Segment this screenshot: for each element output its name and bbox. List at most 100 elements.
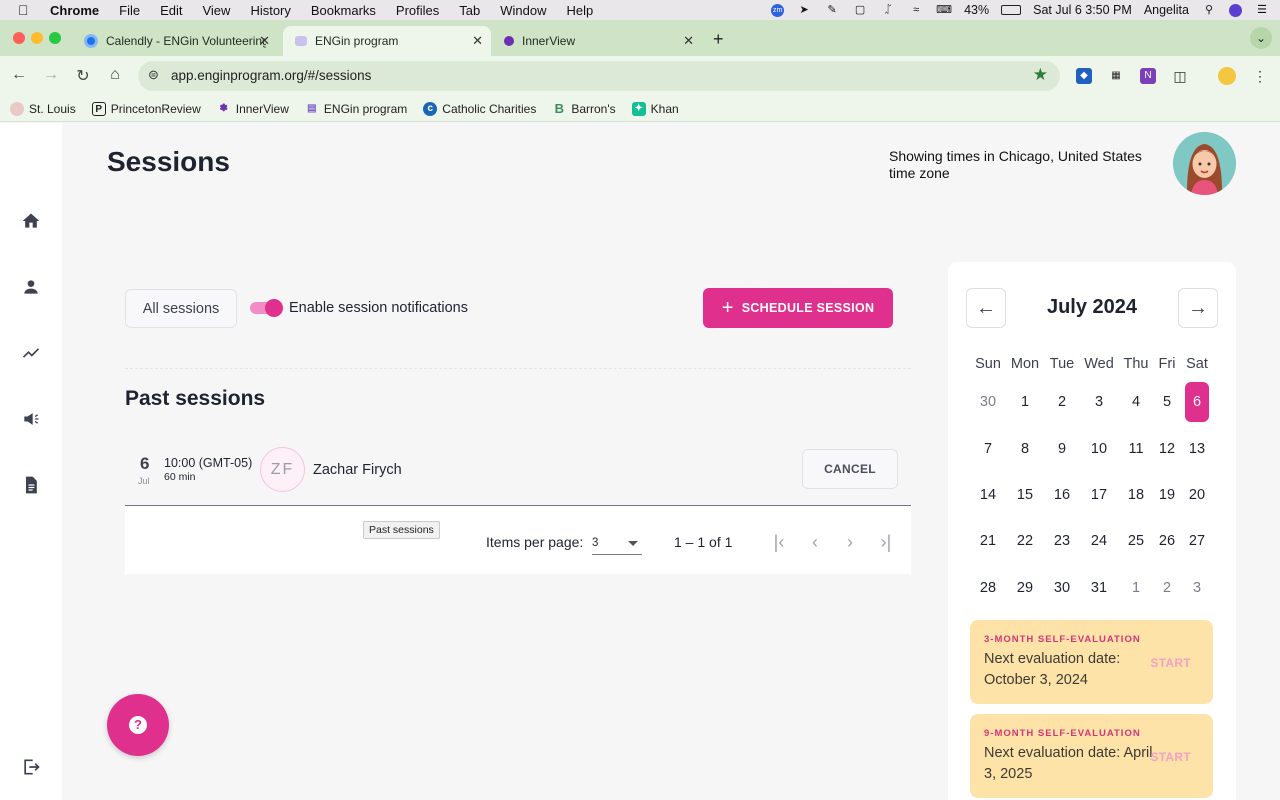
calendar-day[interactable]: 16 (1042, 475, 1082, 515)
tab-engin-program[interactable]: ENGin program ✕ (283, 26, 491, 56)
spotlight-search-icon[interactable]: ⚲ (1201, 4, 1217, 16)
close-tab-icon[interactable]: ✕ (472, 33, 483, 49)
calendar-day[interactable]: 14 (968, 475, 1008, 515)
menu-history[interactable]: History (250, 3, 290, 18)
calendar-day[interactable]: 3 (1177, 568, 1217, 608)
first-page-icon[interactable]: |‹ (769, 532, 789, 552)
menu-profiles[interactable]: Profiles (396, 3, 439, 18)
document-icon[interactable] (21, 475, 41, 495)
bookmark-st-louis[interactable]: St. Louis (10, 101, 76, 116)
address-bar[interactable]: ⊜ app.enginprogram.org/#/sessions ★ (138, 61, 1060, 91)
user-avatar[interactable] (1173, 132, 1236, 195)
menu-app-name[interactable]: Chrome (50, 3, 99, 18)
home-icon[interactable] (21, 211, 41, 231)
extension-onenote-icon[interactable]: N (1140, 68, 1156, 84)
bookmark-catholic-charities[interactable]: c Catholic Charities (423, 101, 536, 116)
bookmark-engin-program[interactable]: ▤ ENGin program (305, 102, 407, 116)
close-window-button[interactable] (13, 32, 25, 44)
eval-start-button[interactable]: START (1150, 656, 1191, 670)
menu-help[interactable]: Help (567, 3, 594, 18)
menubar-clock[interactable]: Sat Jul 6 3:50 PM (1033, 3, 1132, 17)
help-button[interactable]: ? (107, 694, 169, 756)
bookmark-princetonreview[interactable]: P PrincetonReview (91, 101, 201, 116)
calendar-day[interactable]: 29 (1005, 568, 1045, 608)
wifi-icon[interactable]: ≈ (908, 4, 924, 16)
calendar-day[interactable]: 30 (968, 382, 1008, 422)
close-tab-icon[interactable]: ✕ (259, 33, 270, 49)
menu-bookmarks[interactable]: Bookmarks (311, 3, 376, 18)
extension-reader-icon[interactable]: ▦ (1108, 68, 1124, 84)
menu-file[interactable]: File (119, 3, 140, 18)
address-url[interactable]: app.enginprogram.org/#/sessions (171, 68, 371, 83)
home-icon[interactable]: ⌂ (105, 66, 125, 84)
menu-view[interactable]: View (202, 3, 230, 18)
forward-arrow-icon[interactable]: → (41, 66, 61, 84)
calendar-day[interactable]: 23 (1042, 521, 1082, 561)
calendar-day[interactable]: 21 (968, 521, 1008, 561)
items-per-page-select[interactable]: 3 (592, 531, 642, 555)
calendar-day[interactable]: 31 (1079, 568, 1119, 608)
tab-search-chevron-icon[interactable]: ⌄ (1250, 27, 1272, 49)
send-icon[interactable]: ➤ (796, 4, 812, 16)
calendar-day[interactable]: 13 (1177, 429, 1217, 469)
tab-innerview[interactable]: InnerView ✕ (492, 26, 702, 56)
bookmark-innerview[interactable]: ✽ InnerView (217, 102, 289, 116)
trending-icon[interactable] (21, 343, 41, 363)
previous-month-button[interactable]: ← (966, 288, 1006, 328)
bluetooth-icon[interactable]: ᛢ (880, 4, 896, 16)
zoom-window-button[interactable] (49, 32, 61, 44)
calendar-day[interactable]: 8 (1005, 429, 1045, 469)
back-arrow-icon[interactable]: ← (9, 66, 29, 84)
next-page-icon[interactable]: › (840, 532, 860, 552)
calendar-day[interactable]: 28 (968, 568, 1008, 608)
logout-icon[interactable] (21, 757, 41, 777)
eval-start-button[interactable]: START (1150, 750, 1191, 764)
site-settings-icon[interactable]: ⊜ (148, 67, 159, 83)
extension-bitwarden-icon[interactable]: ◆ (1076, 68, 1092, 84)
calendar-day[interactable]: 10 (1079, 429, 1119, 469)
control-center-icon[interactable]: ☰ (1254, 4, 1270, 16)
calendar-day[interactable]: 3 (1079, 382, 1119, 422)
profile-avatar-icon[interactable] (1218, 67, 1236, 85)
next-month-button[interactable]: → (1178, 288, 1218, 328)
person-icon[interactable] (21, 277, 41, 297)
browser-menu-icon[interactable]: ⋮ (1252, 68, 1268, 84)
calendar-day[interactable]: 30 (1042, 568, 1082, 608)
calendar-day[interactable]: 15 (1005, 475, 1045, 515)
bookmark-star-icon[interactable]: ★ (1033, 65, 1048, 85)
bookmark-barrons[interactable]: B Barron's (552, 101, 616, 116)
siri-icon[interactable] (1229, 3, 1242, 17)
calendar-day-selected[interactable]: 6 (1185, 382, 1209, 422)
calendar-day[interactable]: 20 (1177, 475, 1217, 515)
zoom-status-icon[interactable]: zm (771, 3, 785, 17)
bookmark-khan[interactable]: ✦ Khan (631, 101, 679, 116)
pen-tablet-icon[interactable]: ✎ (824, 4, 840, 16)
menu-tab[interactable]: Tab (459, 3, 480, 18)
all-sessions-filter[interactable]: All sessions (125, 289, 237, 328)
reload-icon[interactable]: ↻ (73, 66, 93, 86)
tab-calendly[interactable]: Calendly - ENGin Volunteering ✕ (72, 26, 278, 56)
menubar-user[interactable]: Angelita (1144, 3, 1189, 17)
new-tab-plus-icon[interactable]: + (713, 29, 724, 50)
apple-icon[interactable]:  (18, 2, 34, 18)
menu-window[interactable]: Window (500, 3, 546, 18)
keyboard-icon[interactable]: ⌨ (936, 4, 952, 16)
schedule-session-button[interactable]: + SCHEDULE SESSION (703, 288, 893, 328)
calendar-day[interactable]: 27 (1177, 521, 1217, 561)
notifications-toggle[interactable] (250, 299, 283, 317)
extensions-puzzle-icon[interactable]: ◫ (1172, 68, 1188, 84)
close-tab-icon[interactable]: ✕ (683, 33, 694, 49)
minimize-window-button[interactable] (31, 32, 43, 44)
megaphone-icon[interactable] (21, 409, 41, 429)
calendar-day[interactable]: 5 (1147, 382, 1187, 422)
calendar-day[interactable]: 24 (1079, 521, 1119, 561)
calendar-day[interactable]: 1 (1005, 382, 1045, 422)
calendar-day[interactable]: 22 (1005, 521, 1045, 561)
calendar-day[interactable]: 7 (968, 429, 1008, 469)
calendar-day[interactable]: 2 (1042, 382, 1082, 422)
calendar-day[interactable]: 9 (1042, 429, 1082, 469)
calendar-day[interactable]: 17 (1079, 475, 1119, 515)
screen-mirroring-icon[interactable]: ▢ (852, 4, 868, 16)
last-page-icon[interactable]: ›| (876, 532, 896, 552)
previous-page-icon[interactable]: ‹ (805, 532, 825, 552)
